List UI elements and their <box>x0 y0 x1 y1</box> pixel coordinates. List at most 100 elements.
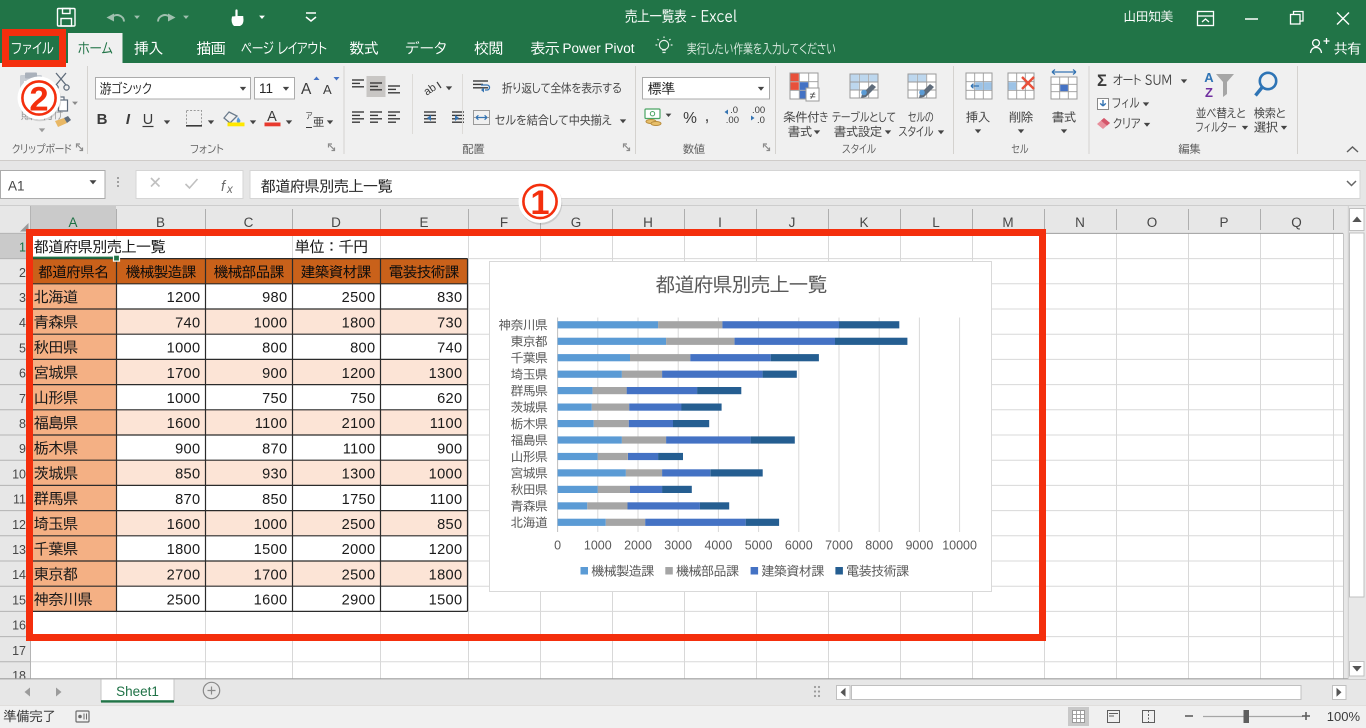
svg-text:1800: 1800 <box>167 542 201 558</box>
svg-text:U: U <box>143 112 153 128</box>
svg-text:E: E <box>419 215 428 230</box>
svg-text:Q: Q <box>1291 215 1302 230</box>
svg-text:1600: 1600 <box>167 416 201 432</box>
svg-text:1000: 1000 <box>167 341 201 357</box>
svg-text:750: 750 <box>262 391 287 407</box>
svg-text:G: G <box>571 215 582 230</box>
svg-text:1100: 1100 <box>430 416 463 432</box>
svg-text:A1: A1 <box>8 179 25 194</box>
svg-text:1: 1 <box>530 184 549 222</box>
svg-text:16: 16 <box>12 619 26 633</box>
svg-text:2: 2 <box>29 81 48 119</box>
svg-text:1200: 1200 <box>342 366 376 382</box>
svg-text:1600: 1600 <box>254 593 288 609</box>
svg-text:5000: 5000 <box>745 539 773 553</box>
svg-text:1: 1 <box>19 241 26 255</box>
svg-text:A: A <box>1204 70 1214 85</box>
svg-text:1500: 1500 <box>254 542 288 558</box>
svg-text:1100: 1100 <box>343 441 376 457</box>
svg-text:1700: 1700 <box>254 567 288 583</box>
svg-text:1700: 1700 <box>167 366 201 382</box>
svg-text:4000: 4000 <box>704 539 732 553</box>
svg-text:0: 0 <box>554 539 561 553</box>
svg-text:10000: 10000 <box>942 539 977 553</box>
svg-text:100%: 100% <box>1327 709 1361 724</box>
svg-text:2000: 2000 <box>342 542 376 558</box>
svg-text:B: B <box>97 111 108 128</box>
svg-text:11: 11 <box>259 81 273 96</box>
svg-text:14: 14 <box>12 568 26 582</box>
svg-text:C: C <box>244 215 254 230</box>
svg-text:2500: 2500 <box>342 290 376 306</box>
svg-text:1000: 1000 <box>167 391 201 407</box>
svg-text:≠: ≠ <box>809 90 815 102</box>
svg-text:730: 730 <box>437 315 462 331</box>
svg-text:17: 17 <box>12 644 26 658</box>
svg-text:1000: 1000 <box>254 315 288 331</box>
svg-text:8: 8 <box>19 417 26 431</box>
svg-text:930: 930 <box>262 467 287 483</box>
svg-text:980: 980 <box>262 290 287 306</box>
svg-text:.00: .00 <box>726 115 739 126</box>
svg-text:I: I <box>718 215 722 230</box>
svg-text:2500: 2500 <box>342 517 376 533</box>
svg-text:6: 6 <box>19 367 26 381</box>
svg-text:1300: 1300 <box>429 366 463 382</box>
svg-text:L: L <box>932 215 940 230</box>
svg-text:750: 750 <box>350 391 375 407</box>
svg-text:850: 850 <box>437 517 462 533</box>
svg-text:N: N <box>1075 215 1085 230</box>
svg-text:A: A <box>323 82 332 97</box>
svg-text:F: F <box>500 215 508 230</box>
svg-text:1750: 1750 <box>342 492 376 508</box>
svg-text:1200: 1200 <box>167 290 201 306</box>
svg-text:870: 870 <box>262 441 287 457</box>
svg-text:2900: 2900 <box>342 593 376 609</box>
svg-text:B: B <box>156 215 165 230</box>
svg-text:7000: 7000 <box>825 539 853 553</box>
svg-text:2100: 2100 <box>342 416 376 432</box>
svg-text:1000: 1000 <box>584 539 612 553</box>
svg-text:830: 830 <box>437 290 462 306</box>
svg-text:900: 900 <box>175 441 200 457</box>
svg-text:870: 870 <box>175 492 200 508</box>
svg-text:H: H <box>643 215 653 230</box>
svg-text:1600: 1600 <box>167 517 201 533</box>
svg-text:1800: 1800 <box>342 315 376 331</box>
svg-text:O: O <box>1147 215 1158 230</box>
svg-text:%: % <box>683 110 697 127</box>
svg-text:740: 740 <box>437 341 462 357</box>
svg-text:12: 12 <box>12 518 26 532</box>
svg-text:800: 800 <box>262 341 287 357</box>
svg-text:3000: 3000 <box>664 539 692 553</box>
svg-text:2000: 2000 <box>624 539 652 553</box>
svg-text:A: A <box>301 81 312 98</box>
svg-text:620: 620 <box>437 391 462 407</box>
svg-text:A: A <box>68 215 77 230</box>
svg-text:M: M <box>1002 215 1013 230</box>
svg-text:740: 740 <box>175 315 200 331</box>
svg-text:Σ: Σ <box>1097 72 1107 90</box>
svg-text:11: 11 <box>13 493 26 507</box>
svg-text:13: 13 <box>12 543 26 557</box>
svg-text:2500: 2500 <box>342 567 376 583</box>
svg-text:1000: 1000 <box>254 517 288 533</box>
svg-text:1100: 1100 <box>255 416 288 432</box>
svg-text:2500: 2500 <box>167 593 201 609</box>
svg-text:10: 10 <box>12 467 26 481</box>
svg-text:.0: .0 <box>757 115 765 126</box>
svg-text:9000: 9000 <box>905 539 933 553</box>
svg-text:K: K <box>859 215 868 230</box>
svg-text:850: 850 <box>175 467 200 483</box>
svg-text:15: 15 <box>12 593 26 607</box>
svg-text:P: P <box>1219 215 1228 230</box>
svg-text:900: 900 <box>437 441 462 457</box>
svg-text:850: 850 <box>262 492 287 508</box>
svg-text:1300: 1300 <box>342 467 376 483</box>
svg-text:3: 3 <box>19 291 26 305</box>
svg-text:,: , <box>705 106 710 125</box>
svg-text:2700: 2700 <box>167 567 201 583</box>
svg-text:1800: 1800 <box>429 567 463 583</box>
svg-text:7: 7 <box>19 392 26 406</box>
svg-text:8000: 8000 <box>865 539 893 553</box>
